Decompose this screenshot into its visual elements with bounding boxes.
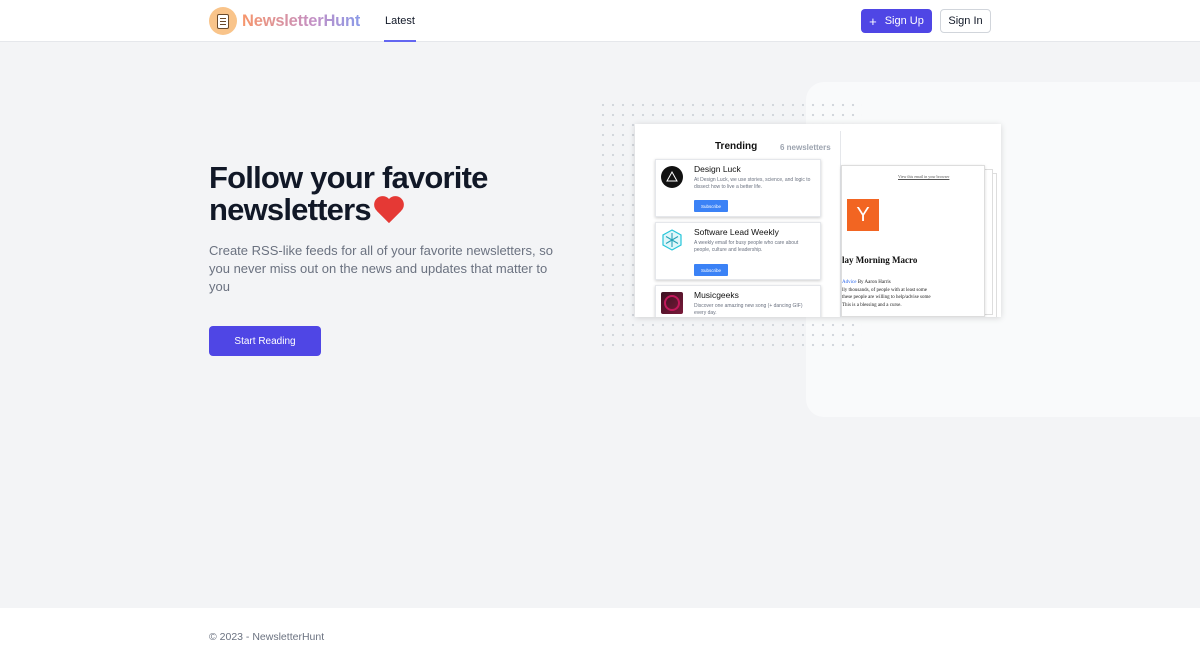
newsletter-card: Software Lead Weekly A weekly email for … — [655, 222, 821, 280]
email-body-link: Advice — [842, 280, 857, 285]
top-nav: NewsletterHunt Latest + Sign Up Sign In — [0, 0, 1200, 42]
music-icon — [661, 292, 683, 314]
app-preview: Trending 6 newsletters Design Luck At De… — [635, 124, 1001, 317]
sign-up-button[interactable]: + Sign Up — [861, 9, 932, 33]
trending-count: 6 newsletters — [780, 143, 831, 152]
newsletter-name: Design Luck — [694, 164, 741, 174]
email-body-author: By Aaron Harris — [856, 280, 891, 285]
hero-title-line1: Follow your favorite — [209, 160, 488, 195]
hero-title: Follow your favorite newsletters — [209, 162, 569, 226]
hero-subtitle: Create RSS-like feeds for all of your fa… — [209, 243, 553, 294]
sign-up-label: Sign Up — [884, 15, 924, 27]
brand-logo[interactable]: NewsletterHunt — [209, 6, 360, 36]
view-in-browser-link: View this email in your browser — [898, 174, 950, 179]
newsletter-name: Software Lead Weekly — [694, 227, 779, 237]
hero-title-line2: newsletters — [209, 192, 372, 227]
subscribe-button: Subscribe — [694, 264, 728, 276]
newsletter-description: Discover one amazing new song (+ dancing… — [694, 303, 803, 316]
email-title: lay Morning Macro — [842, 255, 918, 265]
heart-icon — [372, 195, 406, 223]
email-body-line: lly thousands, of people with at least s… — [842, 287, 927, 293]
snowflake-icon — [661, 229, 683, 251]
email-body-line: This is a blessing and a curse. — [842, 302, 902, 308]
y-logo-icon: Y — [847, 199, 879, 231]
newsletter-card: Design Luck At Design Luck, we use stori… — [655, 159, 821, 217]
newsletter-name: Musicgeeks — [694, 290, 739, 300]
subscribe-button: Subscribe — [694, 200, 728, 212]
trending-title: Trending — [715, 141, 758, 152]
sign-in-button[interactable]: Sign In — [940, 9, 991, 33]
email-body: Advice By Aaron Harris lly thousands, of… — [842, 279, 982, 309]
design-luck-icon — [661, 166, 683, 188]
trending-column: Trending 6 newsletters Design Luck At De… — [635, 131, 841, 317]
newsletter-card: Musicgeeks Discover one amazing new song… — [655, 285, 821, 317]
footer-copyright: © 2023 - NewsletterHunt — [209, 631, 325, 643]
email-body-line: these people are willing to help/advise … — [842, 295, 931, 300]
plus-icon: + — [869, 13, 877, 29]
nav-link-latest[interactable]: Latest — [384, 0, 416, 42]
newspaper-icon — [209, 7, 237, 35]
email-preview: View this email in your browser Y lay Mo… — [841, 165, 985, 317]
newsletter-description: A weekly email for busy people who care … — [694, 240, 799, 253]
start-reading-button[interactable]: Start Reading — [209, 326, 321, 356]
newsletter-description: At Design Luck, we use stories, science,… — [694, 177, 811, 190]
brand-name: NewsletterHunt — [242, 11, 361, 30]
footer: © 2023 - NewsletterHunt — [0, 608, 1200, 665]
